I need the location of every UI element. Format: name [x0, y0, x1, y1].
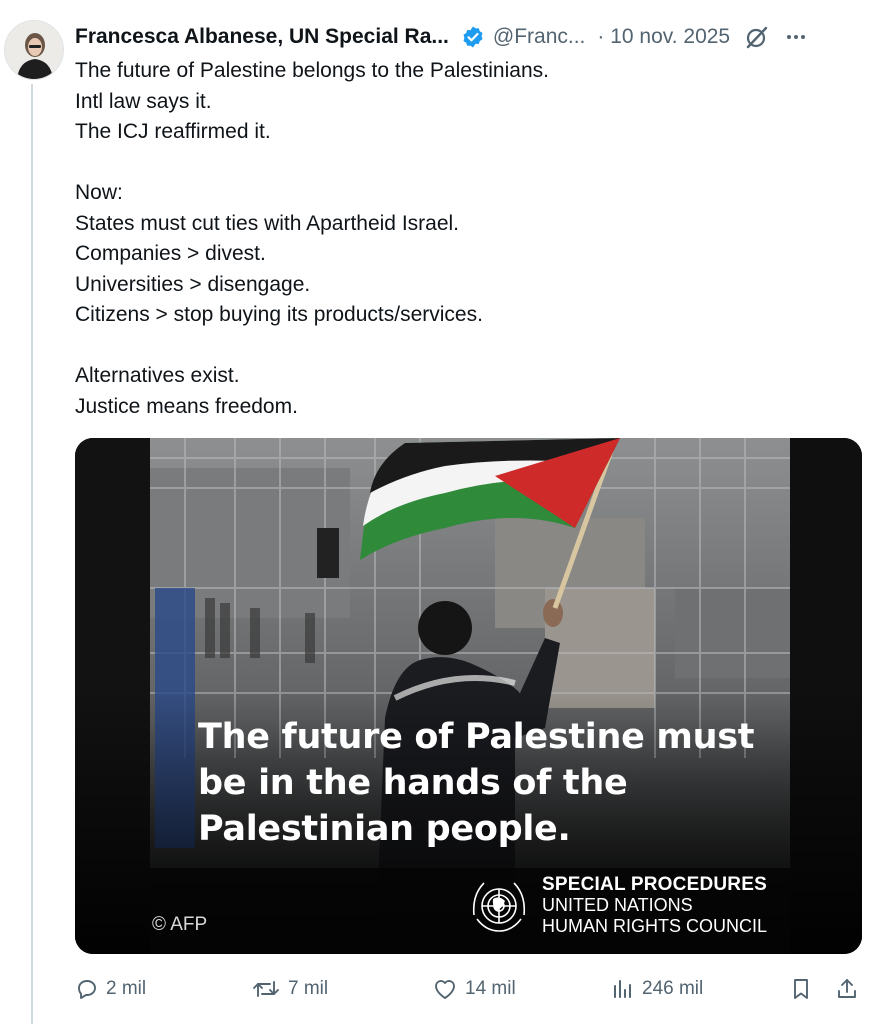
- avatar[interactable]: [4, 20, 64, 80]
- tweet-line: Intl law says it.: [75, 89, 212, 113]
- tweet-line: Companies > divest.: [75, 242, 266, 265]
- tweet-line: Justice means freedom.: [75, 394, 298, 418]
- more-options-icon[interactable]: [784, 25, 808, 49]
- share-icon: [838, 979, 856, 998]
- analytics-icon: [614, 980, 631, 998]
- tweet-line: States must cut ties with Apartheid Isra…: [75, 211, 460, 235]
- tweet-line: Universities > disengage.: [75, 272, 311, 296]
- thread-connector-line: [31, 84, 33, 1024]
- org-name-line3: HUMAN RIGHTS COUNCIL: [542, 916, 768, 936]
- un-emblem-icon: [472, 881, 526, 932]
- views-button[interactable]: 246 mil: [611, 972, 703, 1006]
- tweet-line: Now:: [75, 181, 123, 204]
- repost-button[interactable]: 7 mil: [251, 972, 328, 1006]
- views-count: 246 mil: [642, 978, 704, 999]
- tweet-header: Francesca Albanese, UN Special Ra... @Fr…: [75, 20, 885, 54]
- share-button[interactable]: [835, 972, 866, 1006]
- tweet-text: The future of Palestine belongs to the P…: [75, 56, 865, 422]
- reply-count: 2 mil: [106, 978, 147, 999]
- like-button[interactable]: 14 mil: [432, 972, 516, 1006]
- heart-icon: [435, 980, 455, 999]
- tweet-actions-bar: 2 mil 7 mil 14 mil 246 mil: [75, 972, 865, 1006]
- tweet-line: Alternatives exist.: [75, 364, 240, 387]
- org-name-line2: UNITED NATIONS: [542, 895, 693, 915]
- bookmark-button[interactable]: [789, 972, 820, 1006]
- reply-icon: [78, 980, 96, 999]
- tweet-line: [75, 331, 865, 362]
- verified-badge-icon[interactable]: [461, 25, 485, 49]
- tweet-line: [75, 148, 865, 179]
- reply-button[interactable]: 2 mil: [75, 972, 146, 1006]
- like-count: 14 mil: [465, 978, 516, 999]
- photo-credit: © AFP: [152, 914, 208, 935]
- media-headline: The future of Palestine must be in the h…: [198, 714, 818, 852]
- author-name[interactable]: Francesca Albanese, UN Special Ra...: [75, 25, 449, 49]
- tweet-media-image[interactable]: The future of Palestine must be in the h…: [75, 438, 862, 954]
- headline-line: Palestinian people.: [198, 809, 571, 849]
- bookmark-icon: [794, 979, 808, 999]
- headline-line: The future of Palestine must: [198, 717, 755, 757]
- headline-line: be in the hands of the: [198, 763, 628, 803]
- repost-icon: [253, 981, 279, 997]
- un-logo-block: SPECIAL PROCEDURES UNITED NATIONS HUMAN …: [468, 874, 767, 937]
- tweet-line: Citizens > stop buying its products/serv…: [75, 303, 483, 326]
- repost-count: 7 mil: [288, 978, 329, 999]
- tweet-date[interactable]: · 10 nov. 2025: [597, 25, 730, 49]
- tweet-line: The ICJ reaffirmed it.: [75, 120, 271, 143]
- org-name-line1: SPECIAL PROCEDURES: [542, 874, 767, 895]
- grok-icon[interactable]: [744, 24, 770, 50]
- author-handle[interactable]: @Franc...: [493, 25, 586, 49]
- tweet-line: The future of Palestine belongs to the P…: [75, 59, 549, 82]
